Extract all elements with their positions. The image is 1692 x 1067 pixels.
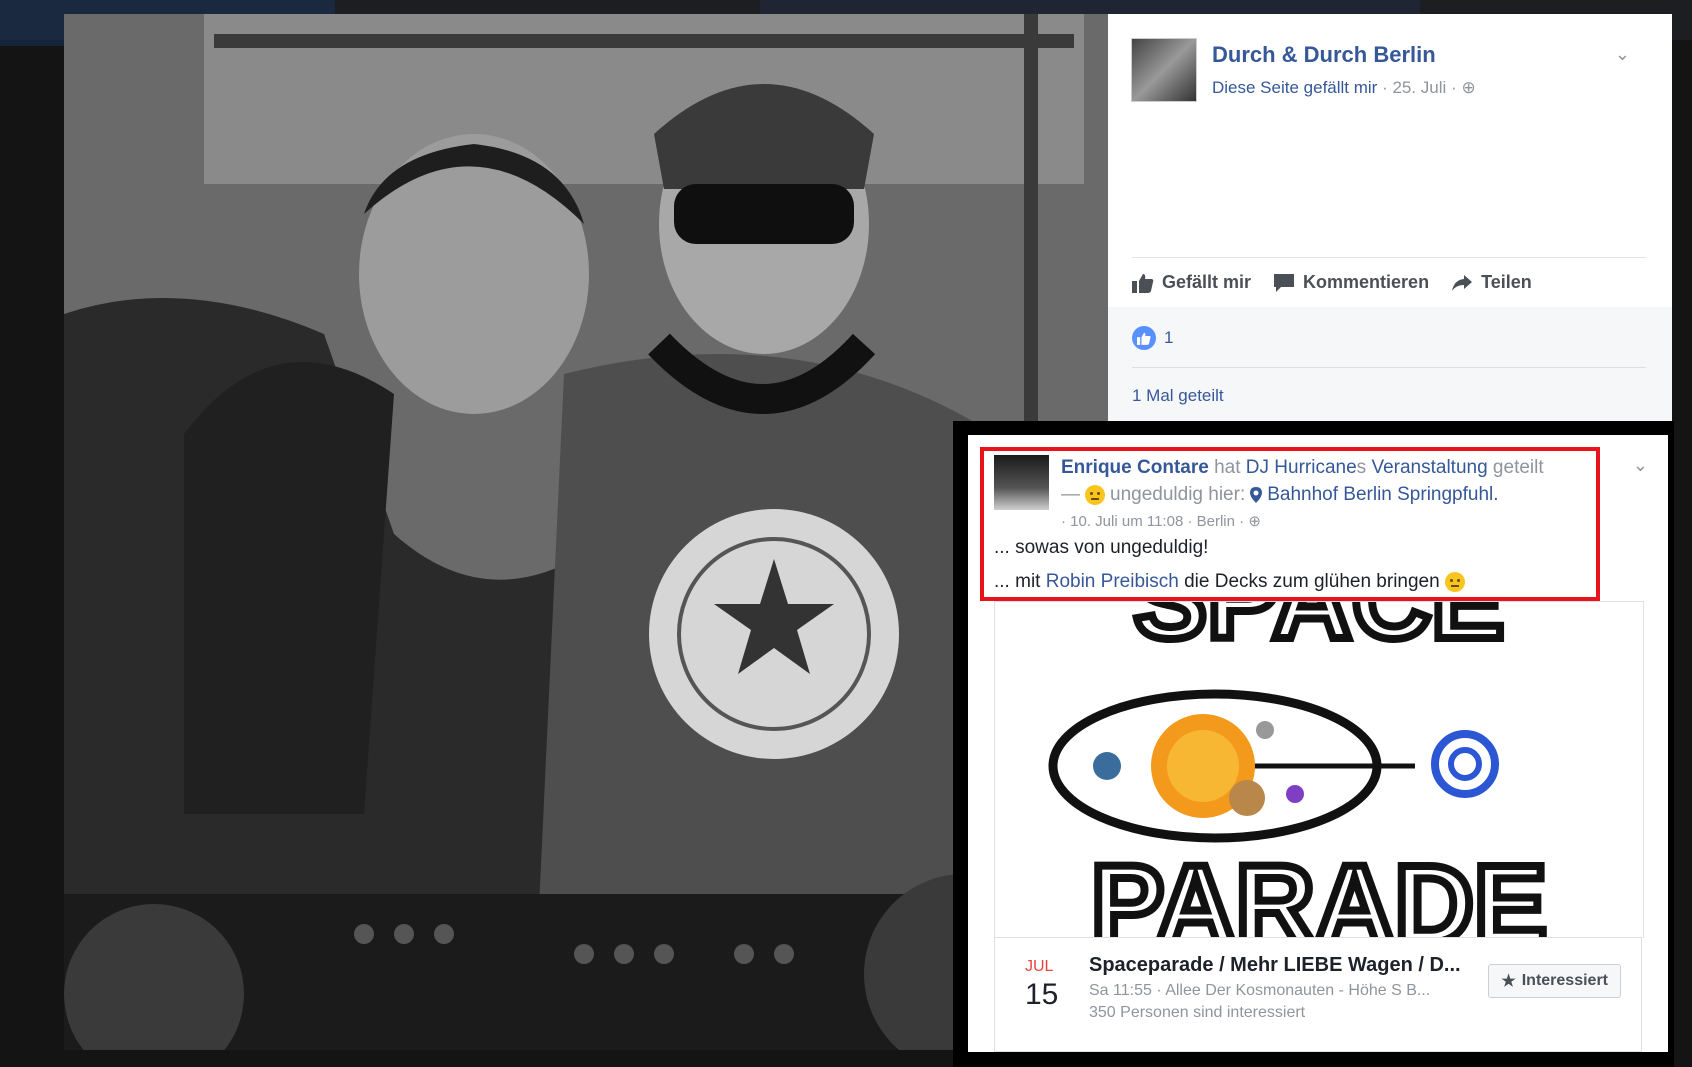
event-details: Sa 11:55 · Allee Der Kosmonauten - Höhe … bbox=[1089, 982, 1431, 999]
share-icon bbox=[1452, 274, 1473, 291]
post-photo[interactable] bbox=[64, 14, 1108, 1050]
chevron-down-icon[interactable]: ⌄ bbox=[1633, 455, 1648, 476]
page-avatar[interactable] bbox=[1131, 38, 1197, 102]
event-cover-image[interactable]: SPACE PARADE bbox=[994, 601, 1644, 938]
action-bar: Gefällt mir Kommentieren Teilen bbox=[1132, 272, 1532, 293]
reactions-area bbox=[1108, 307, 1672, 424]
liked-page-link[interactable]: Diese Seite gefällt mir bbox=[1212, 78, 1377, 97]
dj-photo-illustration bbox=[64, 14, 1108, 1050]
comment-icon bbox=[1274, 273, 1295, 292]
share-count-link[interactable]: 1 Mal geteilt bbox=[1132, 386, 1224, 406]
interested-label: Interessiert bbox=[1521, 972, 1608, 989]
event-title-link[interactable]: Spaceparade / Mehr LIEBE Wagen / D... bbox=[1089, 954, 1461, 977]
event-month: JUL bbox=[1025, 958, 1054, 975]
event-info: JUL 15 Spaceparade / Mehr LIEBE Wagen / … bbox=[994, 937, 1642, 1052]
like-label: Gefällt mir bbox=[1162, 272, 1252, 292]
logo-bottom-text: PARADE bbox=[1091, 843, 1547, 938]
star-icon: ★ bbox=[1501, 973, 1516, 990]
post-date[interactable]: · 25. Juli · bbox=[1377, 78, 1461, 97]
share-label: Teilen bbox=[1481, 272, 1532, 292]
post-details-panel: Durch & Durch Berlin Diese Seite gefällt… bbox=[1108, 14, 1672, 424]
highlight-box bbox=[980, 447, 1600, 601]
like-button[interactable]: Gefällt mir bbox=[1132, 272, 1251, 293]
thumbs-up-icon bbox=[1132, 273, 1154, 293]
divider bbox=[1132, 367, 1646, 368]
like-count: 1 bbox=[1164, 328, 1174, 347]
like-reaction-icon bbox=[1132, 326, 1156, 350]
interested-button[interactable]: ★ Interessiert bbox=[1488, 964, 1621, 998]
event-day: 15 bbox=[1025, 978, 1059, 1011]
shared-post-card: ⌄ Enrique Contare hat DJ Hurricanes Vera… bbox=[968, 435, 1668, 1052]
like-summary[interactable]: 1 bbox=[1132, 326, 1173, 350]
event-interested-count[interactable]: 350 Personen sind interessiert bbox=[1089, 1004, 1305, 1022]
chevron-down-icon[interactable]: ⌄ bbox=[1615, 44, 1630, 65]
comment-label: Kommentieren bbox=[1303, 272, 1430, 292]
divider bbox=[1132, 257, 1646, 258]
space-parade-logo: SPACE PARADE bbox=[1048, 602, 1551, 938]
comment-button[interactable]: Kommentieren bbox=[1273, 272, 1429, 293]
post-meta: Diese Seite gefällt mir · 25. Juli · ⊕ bbox=[1212, 78, 1476, 98]
share-button[interactable]: Teilen bbox=[1451, 272, 1532, 293]
page-name-link[interactable]: Durch & Durch Berlin bbox=[1212, 42, 1436, 68]
globe-icon: ⊕ bbox=[1461, 78, 1476, 97]
logo-top-text: SPACE bbox=[1134, 602, 1505, 662]
